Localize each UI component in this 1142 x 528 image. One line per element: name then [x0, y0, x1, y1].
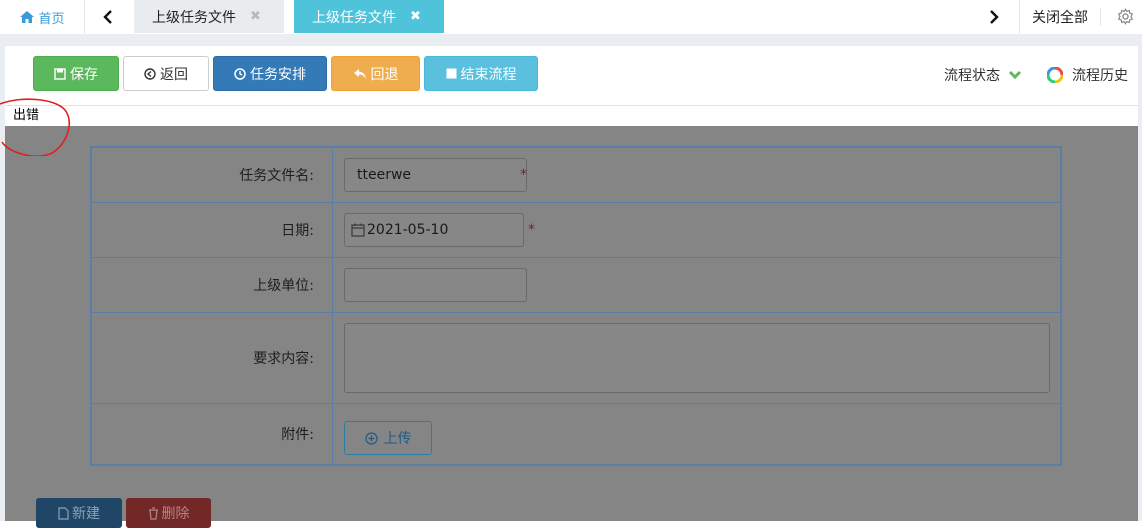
rollback-label: 回退 [370, 66, 399, 83]
close-icon[interactable]: ✖ [250, 9, 261, 24]
reply-icon [353, 68, 366, 79]
annotation-circle [0, 98, 71, 156]
save-button[interactable]: 保存 [33, 56, 119, 91]
task-file-name-label: 任务文件名: [92, 148, 333, 202]
chevron-down-icon [1008, 70, 1022, 80]
end-flow-button[interactable]: 结束流程 [424, 56, 538, 91]
trash-icon [148, 506, 158, 520]
delete-button[interactable]: 删除 [126, 498, 211, 528]
upload-label: 上传 [383, 431, 412, 447]
chevron-left-icon [103, 10, 112, 24]
date-input[interactable]: 2021-05-10 [344, 213, 524, 247]
new-button[interactable]: 新建 [36, 498, 122, 528]
form-row-requirement: 要求内容: [92, 313, 1060, 404]
form-row-date: 日期: 2021-05-10 * [92, 203, 1060, 258]
task-arrange-button[interactable]: 任务安排 [213, 56, 327, 91]
floppy-icon [54, 67, 66, 80]
form-row-task-file-name: 任务文件名: tteerwe * [92, 148, 1060, 203]
parent-unit-input[interactable] [344, 268, 527, 302]
upload-button[interactable]: 上传 [344, 421, 432, 455]
error-message: 出错 [13, 106, 1138, 126]
tab-label: 上级任务文件 [152, 9, 236, 26]
home-icon [20, 11, 35, 23]
end-flow-label: 结束流程 [460, 66, 517, 83]
plus-circle-icon [364, 431, 378, 445]
home-label: 首页 [38, 11, 65, 27]
tab-scroll-right[interactable] [970, 0, 1018, 34]
save-label: 保存 [70, 66, 98, 83]
calendar-icon [351, 223, 365, 237]
flow-status-dropdown[interactable]: 流程状态 [944, 64, 1022, 86]
chevron-right-icon [990, 10, 999, 24]
close-icon[interactable]: ✖ [410, 9, 421, 24]
task-form: 任务文件名: tteerwe * 日期: 2021-05-10 * 上级单位: … [90, 146, 1062, 466]
requirement-label: 要求内容: [92, 313, 333, 403]
back-button[interactable]: 返回 [123, 56, 209, 91]
attachment-label: 附件: [92, 404, 333, 464]
divider [1100, 8, 1101, 26]
form-row-attachment: 附件: 上传 [92, 404, 1060, 464]
close-all-button[interactable]: 关闭全部 [1020, 0, 1100, 34]
date-label: 日期: [92, 203, 333, 257]
task-file-name-input[interactable]: tteerwe [344, 158, 527, 192]
content-band [0, 34, 1142, 46]
flow-history-label: 流程历史 [1072, 68, 1128, 84]
gear-icon[interactable] [1117, 8, 1135, 26]
requirement-textarea[interactable] [344, 323, 1050, 393]
tab-home[interactable]: 首页 [0, 0, 85, 34]
flow-status-label: 流程状态 [944, 68, 1000, 84]
form-row-parent-unit: 上级单位: [92, 258, 1060, 313]
delete-label: 删除 [161, 506, 190, 522]
parent-unit-label: 上级单位: [92, 258, 333, 312]
tab-label: 上级任务文件 [312, 9, 396, 26]
file-icon [58, 506, 69, 520]
required-mark: * [528, 222, 535, 238]
clock-icon [234, 67, 246, 80]
right-edge [1138, 34, 1142, 521]
back-circle-icon [144, 67, 156, 80]
tab-scroll-left[interactable] [84, 0, 132, 34]
ring-icon [1047, 67, 1063, 83]
task-arrange-label: 任务安排 [250, 66, 306, 83]
tab-parent-task-file[interactable]: 上级任务文件 ✖ [134, 0, 284, 33]
required-mark: * [520, 167, 527, 183]
flow-history-link[interactable]: 流程历史 [1047, 64, 1128, 86]
stop-icon [446, 68, 456, 79]
date-value: 2021-05-10 [367, 222, 449, 238]
back-label: 返回 [160, 66, 188, 83]
tab-parent-task-file-active[interactable]: 上级任务文件 ✖ [294, 0, 444, 33]
rollback-button[interactable]: 回退 [331, 56, 420, 91]
new-label: 新建 [72, 506, 100, 522]
